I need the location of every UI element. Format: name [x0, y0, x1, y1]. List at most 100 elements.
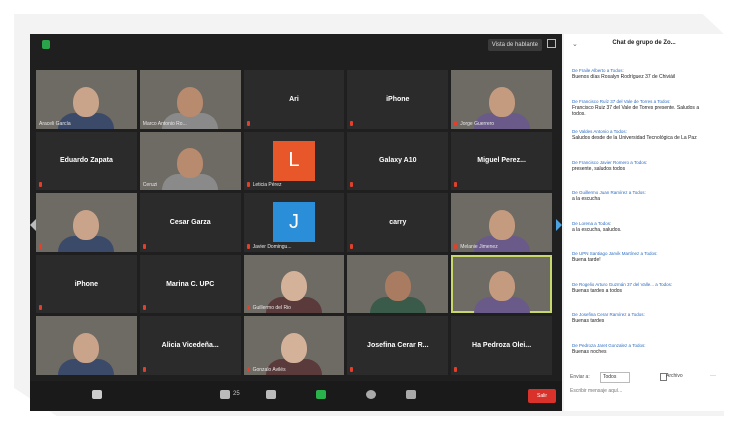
muted-mic-icon [454, 120, 458, 126]
participant-name: Ari [289, 95, 299, 103]
chat-message: De Guillermo Juan Ramírez a Todos: a la e… [572, 190, 712, 203]
participant-tile[interactable]: Miguel Perez... [451, 131, 552, 191]
participant-tile[interactable] [36, 316, 137, 375]
muted-mic-icon [142, 243, 146, 249]
participant-name: iPhone [74, 280, 99, 288]
reactions-icon[interactable] [406, 390, 416, 399]
speaker-view-button[interactable]: Vista de hablante [487, 39, 542, 51]
audio-icon[interactable] [92, 390, 102, 399]
muted-mic-icon [142, 366, 146, 372]
participant-name: Guillermo del Rio [252, 305, 291, 312]
muted-mic-icon [39, 305, 42, 311]
recipient-select[interactable]: Todos [600, 372, 630, 383]
chat-message-text: Buenos días Rosalyn Rodríguez 37 de Chiv… [572, 74, 676, 80]
participant-tile[interactable]: Galaxy A10 [347, 131, 449, 191]
participant-video-face [488, 86, 515, 117]
security-shield-icon[interactable] [42, 40, 50, 49]
muted-mic-icon [454, 366, 458, 372]
participant-name: Josefina Cerar R... [367, 342, 429, 350]
participant-name: Cesar Garza [169, 218, 211, 226]
chat-icon[interactable] [266, 390, 276, 399]
chat-input[interactable] [570, 386, 720, 396]
meeting-toolbar: 25 Salir [30, 381, 562, 411]
participant-grid: Araceli García Marco Antonio Ro... Ari iPho… [36, 70, 552, 375]
chat-message: De Rogelio Arturo Guzmán 37 del Valle...… [572, 282, 712, 295]
participant-video-face [177, 148, 204, 179]
participant-tile[interactable]: J Javier Domingu... [243, 193, 345, 252]
participant-tile[interactable]: Josefina Cerar R... [347, 316, 449, 375]
chat-message: De UPN Santiago Jarvik Martínez a Todos:… [572, 251, 712, 264]
participant-tile[interactable]: Guillermo del Rio [243, 254, 345, 314]
fullscreen-icon[interactable] [547, 39, 556, 48]
chat-message: De Valdes Antonio a Todos: Saludos desde … [572, 129, 712, 142]
participant-tile[interactable]: Marina C. UPC [139, 254, 241, 314]
participant-tile[interactable] [36, 193, 137, 252]
muted-mic-icon [246, 366, 250, 372]
chat-message: De Francisco Javier Romero a Todos: prese… [572, 160, 712, 173]
participant-tile[interactable]: Araceli García [36, 70, 137, 129]
participant-name: Javier Domingu... [252, 243, 292, 250]
participant-tile[interactable]: Alicia Vicedeña... [139, 316, 241, 375]
record-icon[interactable] [366, 390, 376, 399]
participant-name: iPhone [386, 95, 410, 103]
file-button[interactable]: Archivo [666, 373, 683, 379]
participant-video-face [177, 86, 204, 117]
participant-tile[interactable]: Cesar Garza [139, 193, 241, 252]
participant-name: Miguel Perez... [477, 157, 526, 165]
muted-mic-icon [350, 182, 354, 188]
muted-mic-icon [454, 182, 458, 188]
muted-mic-icon [39, 243, 42, 249]
participant-video-face [73, 86, 100, 117]
participant-tile[interactable]: Marco Antonio Ro... [139, 70, 241, 129]
share-screen-icon[interactable] [316, 390, 326, 399]
participant-tile[interactable] [347, 254, 449, 314]
chat-message-text: Saludos desde de la Universidad Tecnológ… [572, 135, 697, 141]
chat-title: Chat de grupo de Zo... [612, 40, 676, 46]
muted-mic-icon [454, 243, 458, 249]
participant-tile[interactable]: Melanie Jimenez [451, 193, 552, 252]
participant-name: Marco Antonio Ro... [142, 120, 187, 127]
chat-panel: ⌄ Chat de grupo de Zo... De Fraile Alber… [564, 34, 724, 411]
meeting-topbar: Vista de hablante [30, 34, 562, 56]
chat-message-text: Buenas tardes a todos [572, 287, 623, 294]
participant-name: carry [389, 218, 407, 226]
muted-mic-icon [142, 305, 146, 311]
more-options-button[interactable]: ··· [710, 373, 716, 379]
chat-message-text: Francisco Ruiz 37 del Vale de Torres pre… [572, 104, 700, 118]
chat-message: De Fraile Alberto a Todos: Buenos días Ro… [572, 68, 712, 81]
participant-tile[interactable]: iPhone [36, 254, 137, 314]
chat-message-text: a la escucha [572, 196, 601, 202]
participant-avatar: L [272, 140, 315, 181]
end-meeting-button[interactable]: Salir [528, 389, 556, 403]
participant-tile[interactable] [451, 254, 552, 314]
muted-mic-icon [350, 366, 354, 372]
muted-mic-icon [246, 120, 250, 126]
participant-name: Marina C. UPC [166, 280, 215, 288]
participants-icon[interactable] [220, 390, 230, 399]
participant-tile[interactable]: Gonzalo Avilés [243, 316, 345, 375]
participants-count: 25 [233, 391, 240, 397]
next-page-icon[interactable] [556, 219, 562, 231]
participant-tile[interactable]: Ceruzi [139, 131, 241, 191]
participant-name: Gonzalo Avilés [252, 366, 286, 373]
chat-message: De Josefina Cerar Ramírez a Todos: Buenas… [572, 312, 712, 325]
participant-video-face [280, 271, 307, 302]
participant-tile[interactable]: iPhone [347, 70, 449, 129]
chat-message: De Lorena a Todos: a la escucha, saludos. [572, 221, 712, 234]
muted-mic-icon [246, 305, 250, 311]
participant-name: Galaxy A10 [379, 157, 417, 165]
participant-avatar: J [272, 202, 315, 243]
muted-mic-icon [350, 243, 354, 249]
participant-name: Alicia Vicedeña... [161, 342, 219, 350]
participant-name: Leticia Pérez [252, 182, 282, 189]
participant-tile[interactable]: Jorge Guerrero [451, 70, 552, 129]
participant-tile[interactable]: carry [347, 193, 449, 252]
participant-tile[interactable]: Ari [243, 70, 345, 129]
chat-message: De Francisco Ruíz 37 del Vale de Torres … [572, 99, 712, 118]
chat-message-text: a la escucha, saludos. [572, 226, 622, 233]
participant-tile[interactable]: Ha Pedroza Olei... [451, 316, 552, 375]
participant-tile[interactable]: Eduardo Zapata [36, 131, 137, 191]
participant-name: Melanie Jimenez [460, 243, 498, 250]
chat-message-text: Buenas noches [572, 348, 607, 355]
participant-tile[interactable]: L Leticia Pérez [243, 131, 345, 191]
